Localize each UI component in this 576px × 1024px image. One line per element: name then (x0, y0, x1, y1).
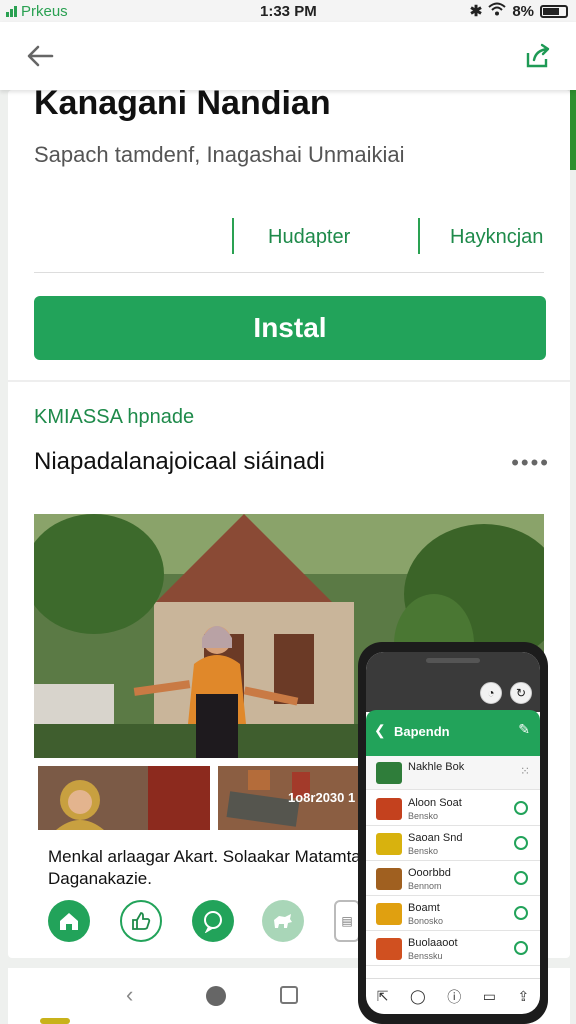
share-icon (526, 43, 550, 68)
item-action-icon[interactable] (514, 906, 528, 920)
item-avatar-icon (376, 938, 402, 960)
edge-decoration (40, 1018, 70, 1024)
meta-link-1[interactable]: Hudapter (268, 226, 350, 249)
item-avatar-icon (376, 903, 402, 925)
phone-screen-top (366, 652, 540, 712)
phone-mockup: ◔ ↻ ❮ Bapendn ✎ Nakhle Bok ⁙ Aloon Soat … (358, 642, 548, 1024)
thumbs-up-icon (132, 912, 151, 930)
item-action-icon[interactable] (514, 836, 528, 850)
home-action-button[interactable] (48, 900, 90, 942)
item-action-icon[interactable] (514, 801, 528, 815)
item-title: Saoan Snd (408, 832, 463, 844)
media-description: Menkal arlaagar Akart. Solaakar Matamtar… (48, 847, 367, 888)
screen: Prkeus 1:33 PM ✱ 8% Kanagani Nandian Sap… (0, 0, 576, 1024)
item-avatar-icon (376, 762, 402, 784)
meta-divider (232, 218, 234, 254)
back-button[interactable] (20, 38, 60, 74)
install-button[interactable]: Instal (34, 296, 546, 360)
chat-action-button[interactable] (192, 900, 234, 942)
phone-app-header: ❮ Bapendn ✎ (366, 710, 540, 756)
battery-icon (540, 4, 568, 18)
status-right: ✱ 8% (470, 2, 568, 20)
divider (34, 272, 544, 273)
phone-back-icon[interactable]: ❮ (374, 722, 386, 739)
edge-decoration (570, 90, 576, 170)
phone-upload-icon[interactable]: ⇪ (517, 988, 529, 1005)
status-left: Prkeus (6, 3, 68, 20)
phone-list-item[interactable]: Saoan Snd Bensko (366, 827, 540, 861)
section-title: Niapadalanajoicaal siáinadi (34, 448, 325, 475)
media-thumbnail-1[interactable] (38, 766, 210, 830)
section-label: KMIASSA hpnade (34, 406, 195, 428)
section-divider (8, 380, 570, 382)
wifi-icon (488, 2, 506, 20)
phone-bottom-bar: ⇱ ◯ ⓘ ▭ ⇪ (366, 978, 540, 1014)
battery-percent: 8% (512, 2, 534, 20)
phone-list-item[interactable]: Nakhle Bok ⁙ (366, 756, 540, 790)
phone-list-item[interactable]: Aloon Soat Bensko (366, 792, 540, 826)
bluetooth-icon: ✱ (469, 3, 483, 20)
phone-header-title: Bapendn (394, 724, 450, 739)
meta-link-2[interactable]: Haykncjan (450, 226, 543, 249)
item-title: Ooorbbd (408, 867, 451, 879)
item-avatar-icon (376, 868, 402, 890)
phone-screen: ◔ ↻ ❮ Bapendn ✎ Nakhle Bok ⁙ Aloon Soat … (366, 652, 540, 1014)
nav-back-icon[interactable]: ‹ (126, 982, 133, 1008)
phone-message-icon[interactable]: ▭ (483, 988, 496, 1005)
phone-list-item[interactable]: Boamt Bonosko (366, 897, 540, 931)
animal-icon (274, 914, 292, 928)
item-action-icon[interactable] (514, 871, 528, 885)
grid-icon[interactable]: ⁙ (520, 764, 530, 778)
phone-edit-icon[interactable]: ✎ (518, 721, 530, 738)
phone-list-item[interactable]: Ooorbbd Bennom (366, 862, 540, 896)
more-options-button[interactable]: •••• (511, 450, 550, 476)
animal-action-button[interactable] (262, 900, 304, 942)
item-subtitle: Bennom (408, 881, 442, 891)
item-title: Nakhle Bok (408, 761, 465, 773)
woman-photo (38, 766, 210, 830)
status-bar: Prkeus 1:33 PM ✱ 8% (0, 0, 576, 22)
thumbnail-caption: 1o8r2030 1 (288, 790, 356, 805)
nav-home-icon[interactable] (206, 986, 226, 1006)
arrow-back-icon (27, 45, 54, 67)
item-subtitle: Bensko (408, 811, 439, 821)
item-title: Buolaaoot (408, 937, 458, 949)
item-avatar-icon (376, 833, 402, 855)
like-action-button[interactable] (120, 900, 162, 942)
media-thumbnail-2[interactable]: 1o8r2030 1 (218, 766, 378, 830)
item-action-icon[interactable] (514, 941, 528, 955)
share-button[interactable] (518, 38, 558, 74)
more-icon: ▤ (341, 914, 353, 928)
phone-nav-icon[interactable]: ⇱ (377, 988, 389, 1005)
item-title: Aloon Soat (408, 797, 462, 809)
phone-chat-icon[interactable]: ◔ (480, 682, 502, 704)
item-avatar-icon (376, 798, 402, 820)
item-subtitle: Bensko (408, 846, 439, 856)
phone-refresh-icon[interactable]: ↻ (510, 682, 532, 704)
more-action-button[interactable]: ▤ (334, 900, 360, 942)
top-app-bar (0, 22, 576, 90)
phone-info-icon[interactable]: ⓘ (447, 987, 461, 1007)
item-title: Boamt (408, 902, 440, 914)
item-subtitle: Bonosko (408, 916, 444, 926)
phone-speaker (426, 658, 480, 663)
item-subtitle: Benssku (408, 951, 443, 961)
home-icon (60, 913, 78, 930)
app-title: Kanagani Nandian (34, 90, 331, 122)
phone-chat-nav-icon[interactable]: ◯ (410, 988, 426, 1005)
meta-divider (418, 218, 420, 254)
carrier-label: Prkeus (21, 2, 68, 20)
signal-icon (6, 5, 17, 17)
app-subtitle: Sapach tamdenf, Inagashai Unmaikiai (34, 142, 405, 167)
status-time: 1:33 PM (260, 2, 317, 20)
phone-list-item[interactable]: Buolaaoot Benssku (366, 932, 540, 966)
chat-icon (204, 911, 222, 933)
nav-recent-icon[interactable] (280, 986, 298, 1004)
